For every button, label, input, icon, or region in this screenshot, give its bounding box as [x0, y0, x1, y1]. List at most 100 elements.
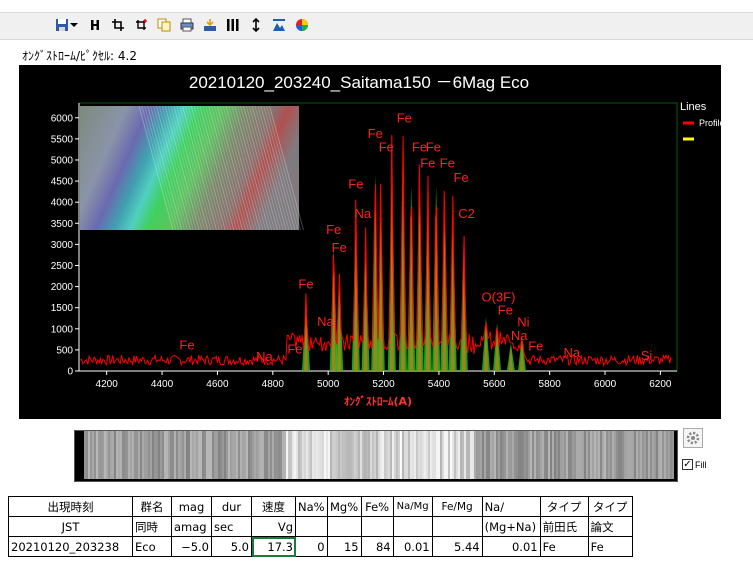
table-cell[interactable]: Fe [539, 536, 589, 557]
strip-band [360, 431, 362, 479]
strip-band [380, 431, 382, 479]
table-cell[interactable]: 15 [326, 536, 362, 557]
scale-label: ｵﾝｸﾞｽﾄﾛｰﾑ/ﾋﾟｸｾﾙ: 4.2 [22, 49, 137, 63]
table-header-cell: 出現時刻 [8, 496, 133, 517]
strip-band [620, 431, 622, 479]
strip-band [246, 431, 248, 479]
strip-band [666, 431, 668, 479]
fill-checkbox[interactable]: ✓ Fill [682, 459, 707, 470]
y-tick-label: 3000 [51, 240, 74, 251]
strip-band [90, 431, 92, 479]
strip-band [408, 431, 410, 479]
strip-band [334, 431, 336, 479]
strip-band [238, 431, 240, 479]
strip-band [614, 431, 616, 479]
mountain-icon[interactable] [270, 15, 288, 35]
table-cell[interactable]: 20210120_203238 [8, 536, 133, 557]
table-cell[interactable]: Fe [587, 536, 633, 557]
strip-band [252, 431, 254, 479]
table-cell[interactable]: −5.0 [171, 536, 212, 557]
copy-icon[interactable] [155, 15, 173, 35]
export-icon[interactable] [201, 15, 219, 35]
strip-band [598, 431, 600, 479]
table-unit-cell [431, 516, 483, 537]
strip-band [576, 431, 578, 479]
strip-band [468, 431, 470, 479]
strip-band [280, 431, 282, 479]
strip-band [356, 431, 358, 479]
strip-band [464, 431, 466, 479]
y-tick-label: 2500 [51, 261, 74, 272]
table-cell[interactable]: 0.01 [481, 536, 541, 557]
checkbox-checked-icon[interactable]: ✓ [682, 459, 693, 470]
strip-band [162, 431, 164, 479]
strip-band [366, 431, 368, 479]
y-tick-label: 4500 [51, 177, 74, 188]
strip-band [200, 431, 202, 479]
gear-icon[interactable] [683, 428, 703, 448]
strip-band [554, 431, 556, 479]
table-row: 20210120_203238 Eco −5.0 5.0 17.3 0 15 8… [8, 536, 633, 557]
line-annotation-label: Fe [179, 337, 194, 352]
color-wheel-icon[interactable] [293, 15, 311, 35]
table-cell[interactable]: 5.0 [211, 536, 252, 557]
strip-band [632, 431, 634, 479]
strip-band [572, 431, 574, 479]
table-unit-cell: 前田氏 [539, 516, 589, 537]
strip-band [132, 431, 134, 479]
strip-band [316, 431, 318, 479]
line-annotation-label: Na [354, 206, 371, 221]
strip-band [272, 431, 274, 479]
strip-band [628, 431, 630, 479]
table-cell-selected[interactable]: 17.3 [251, 536, 296, 557]
x-axis-label: ｵﾝｸﾞｽﾄﾛｰﾑ(A) [344, 394, 412, 408]
strip-band [604, 431, 606, 479]
table-cell[interactable]: 0.01 [392, 536, 433, 557]
strip-band [450, 431, 452, 479]
line-annotation-label: Fe [326, 222, 341, 237]
strip-band [478, 431, 480, 479]
line-annotation-label: Fe [287, 342, 302, 357]
strip-band [526, 431, 528, 479]
strip-band [112, 431, 114, 479]
strip-band [436, 431, 438, 479]
table-cell[interactable]: 5.44 [431, 536, 483, 557]
strip-band [382, 431, 384, 479]
vertical-expand-icon[interactable] [247, 15, 265, 35]
strip-band [326, 431, 328, 479]
strip-band [236, 431, 238, 479]
strip-band [318, 431, 320, 479]
strip-band [488, 431, 490, 479]
strip-band [204, 431, 206, 479]
strip-band [640, 431, 642, 479]
strip-band [612, 431, 614, 479]
toolbar [0, 0, 753, 46]
strip-band [422, 431, 424, 479]
strip-band [342, 431, 344, 479]
strip-band [270, 431, 272, 479]
dropdown-arrow-icon[interactable] [68, 15, 80, 35]
table-cell[interactable]: 0 [295, 536, 328, 557]
strip-band [278, 431, 280, 479]
crop-add-icon[interactable] [132, 15, 150, 35]
print-icon[interactable] [178, 15, 196, 35]
strip-band [570, 431, 572, 479]
strip-band [426, 431, 428, 479]
strip-band [88, 431, 90, 479]
strip-band [292, 431, 294, 479]
strip-band [396, 431, 398, 479]
strip-band [362, 431, 364, 479]
strip-band [608, 431, 610, 479]
strip-band [562, 431, 564, 479]
table-cell[interactable]: Eco [132, 536, 172, 557]
bold-h-icon[interactable] [86, 15, 104, 35]
strip-band [130, 431, 132, 479]
table-cell[interactable]: 84 [360, 536, 394, 557]
strip-band [504, 431, 506, 479]
line-annotation-label: Fe [420, 156, 435, 171]
columns-icon[interactable] [224, 15, 242, 35]
crop-icon[interactable] [109, 15, 127, 35]
strip-band [188, 431, 190, 479]
strip-band [388, 431, 390, 479]
strip-band [500, 431, 502, 479]
